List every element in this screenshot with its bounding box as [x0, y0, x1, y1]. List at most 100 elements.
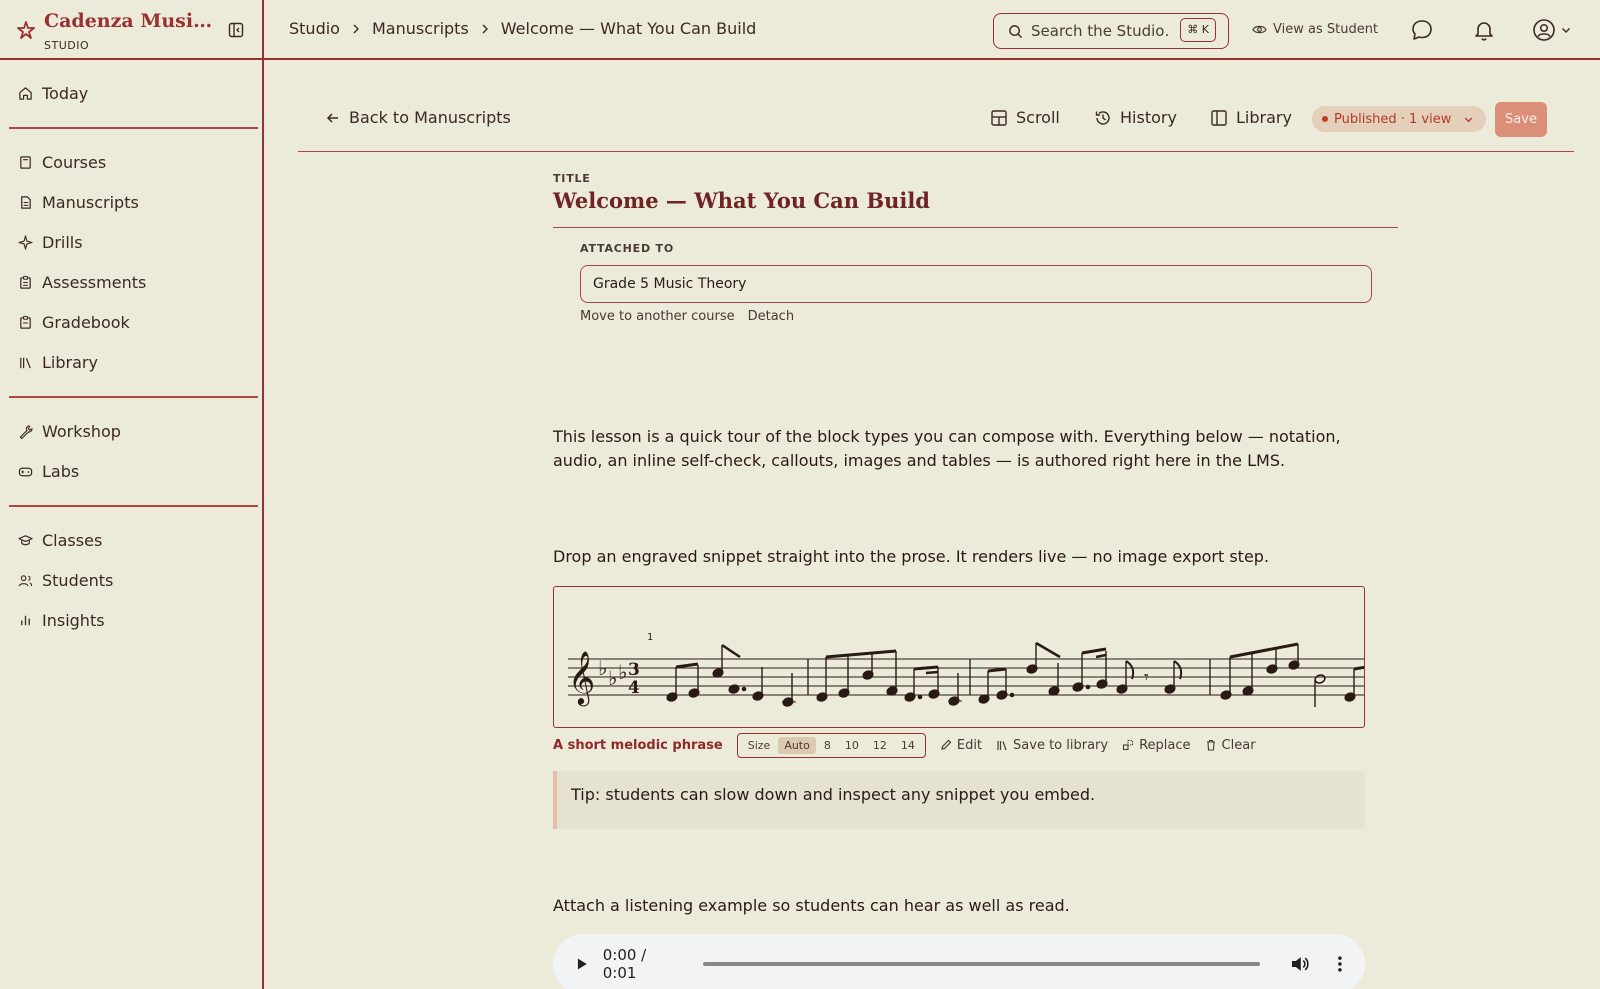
sidebar-item-label: Assessments	[42, 272, 147, 292]
notation-snippet[interactable]: 𝄞 ♭ ♭ ♭ 3 4 1 𝄾	[553, 586, 1365, 728]
breadcrumb: Studio Manuscripts Welcome — What You Ca…	[289, 19, 756, 38]
attached-to-label: ATTACHED TO	[580, 242, 674, 255]
save-button[interactable]: Save	[1495, 102, 1547, 137]
user-menu[interactable]	[1532, 18, 1572, 42]
sidebar: Cadenza Music Studio STUDIO Today Course…	[0, 0, 264, 989]
brand-subtitle: STUDIO	[44, 39, 90, 52]
sidebar-divider	[9, 127, 258, 129]
size-selector: Size Auto 8 10 12 14	[736, 732, 926, 758]
time-signature-top: 3	[628, 660, 640, 680]
sidebar-item-label: Manuscripts	[42, 192, 139, 212]
pencil-icon	[941, 739, 952, 750]
tip-callout[interactable]: Tip: students can slow down and inspect …	[553, 771, 1365, 829]
brand-logo-icon	[17, 21, 35, 39]
move-course-link[interactable]: Move to another course	[580, 309, 735, 324]
sidebar-item-workshop[interactable]: Workshop	[18, 419, 121, 443]
library-icon	[997, 741, 1007, 751]
sidebar-item-today[interactable]: Today	[18, 81, 88, 105]
sidebar-item-label: Library	[42, 352, 98, 372]
breadcrumb-manuscripts[interactable]: Manuscripts	[372, 19, 469, 38]
back-to-manuscripts-button[interactable]: Back to Manuscripts	[325, 108, 511, 127]
audio-progress-bar[interactable]	[703, 962, 1260, 966]
sidebar-item-insights[interactable]: Insights	[18, 608, 105, 632]
treble-clef-icon: 𝄞	[568, 650, 595, 706]
sidebar-item-library[interactable]: Library	[18, 350, 98, 374]
sidebar-item-students[interactable]: Students	[18, 568, 113, 592]
notation-intro-paragraph[interactable]: Drop an engraved snippet straight into t…	[553, 545, 1373, 569]
notation-caption[interactable]: A short melodic phrase	[553, 738, 723, 753]
library-label: Library	[1236, 108, 1292, 127]
clipboard-icon	[20, 275, 31, 289]
document-icon	[21, 195, 31, 209]
sidebar-item-drills[interactable]: Drills	[18, 230, 83, 254]
notes: 𝄾	[666, 641, 1364, 707]
size-option-12[interactable]: 12	[867, 737, 893, 754]
view-as-student-button[interactable]: View as Student	[1252, 22, 1378, 37]
clipboard-check-icon	[20, 315, 31, 329]
clear-label: Clear	[1221, 737, 1256, 753]
bar-chart-icon	[21, 615, 30, 625]
graduation-cap-icon	[18, 534, 33, 545]
scroll-label: Scroll	[1016, 108, 1060, 127]
message-icon[interactable]	[1410, 18, 1434, 42]
music-staff: 𝄞 ♭ ♭ ♭ 3 4 1 𝄾	[568, 632, 1364, 707]
collapse-sidebar-icon[interactable]	[228, 22, 244, 38]
volume-icon[interactable]	[1290, 955, 1310, 973]
replace-label: Replace	[1139, 737, 1191, 753]
more-options-icon[interactable]	[1337, 955, 1343, 973]
play-icon[interactable]	[575, 957, 589, 971]
arrow-left-icon	[326, 112, 338, 123]
gamepad-icon	[18, 467, 33, 476]
library-icon	[20, 357, 31, 368]
publish-status-label: Published · 1 view	[1334, 111, 1452, 127]
sparkle-icon	[18, 234, 33, 250]
sidebar-item-label: Courses	[42, 152, 107, 172]
sidebar-item-label: Today	[42, 83, 89, 103]
wrench-icon	[19, 424, 33, 439]
sidebar-divider	[9, 505, 258, 507]
chevron-down-icon	[1465, 117, 1473, 122]
breadcrumb-current: Welcome — What You Can Build	[500, 19, 757, 38]
sidebar-item-label: Gradebook	[42, 312, 130, 332]
scroll-button[interactable]: Scroll	[990, 108, 1060, 127]
save-to-library-button[interactable]: Save to library	[996, 738, 1108, 753]
clear-snippet-button[interactable]: Clear	[1205, 738, 1256, 753]
sidebar-item-gradebook[interactable]: Gradebook	[18, 310, 130, 334]
library-panel-button[interactable]: Library	[1210, 108, 1292, 127]
status-dot-icon	[1322, 116, 1328, 122]
size-option-14[interactable]: 14	[895, 737, 921, 754]
user-avatar-icon	[1533, 19, 1555, 41]
sidebar-item-classes[interactable]: Classes	[18, 528, 102, 552]
size-option-8[interactable]: 8	[818, 737, 837, 754]
back-label: Back to Manuscripts	[349, 108, 511, 127]
attached-course-field[interactable]	[580, 265, 1372, 303]
sidebar-item-manuscripts[interactable]: Manuscripts	[18, 190, 139, 214]
bell-icon[interactable]	[1472, 18, 1496, 42]
size-label: Size	[747, 738, 771, 752]
book-icon	[20, 155, 31, 169]
chevron-right-icon	[353, 24, 359, 33]
detach-link[interactable]: Detach	[748, 309, 794, 324]
history-button[interactable]: History	[1094, 108, 1177, 127]
home-icon	[19, 86, 32, 100]
sidebar-divider	[9, 396, 258, 398]
audio-intro-paragraph[interactable]: Attach a listening example so students c…	[553, 894, 1373, 918]
size-option-10[interactable]: 10	[839, 737, 865, 754]
breadcrumb-studio[interactable]: Studio	[289, 19, 340, 38]
time-signature-bottom: 4	[628, 678, 640, 698]
search-input[interactable]	[1031, 22, 1171, 40]
title-field[interactable]: Welcome — What You Can Build	[553, 188, 1398, 228]
audio-player: 0:00 / 0:01	[553, 934, 1365, 989]
search-box[interactable]: ⌘ K	[993, 13, 1229, 49]
replace-icon	[1123, 739, 1134, 751]
top-bar: Studio Manuscripts Welcome — What You Ca…	[264, 0, 1600, 60]
sidebar-item-assessments[interactable]: Assessments	[18, 270, 146, 294]
sidebar-item-courses[interactable]: Courses	[18, 150, 106, 174]
publish-status-dropdown[interactable]: Published · 1 view	[1312, 106, 1487, 132]
replace-snippet-button[interactable]: Replace	[1122, 737, 1191, 753]
intro-paragraph[interactable]: This lesson is a quick tour of the block…	[553, 425, 1373, 473]
size-option-auto[interactable]: Auto	[778, 736, 816, 754]
edit-snippet-button[interactable]: Edit	[940, 738, 982, 753]
sidebar-item-labs[interactable]: Labs	[18, 459, 79, 483]
attach-actions: Move to another course Detach	[580, 309, 794, 324]
